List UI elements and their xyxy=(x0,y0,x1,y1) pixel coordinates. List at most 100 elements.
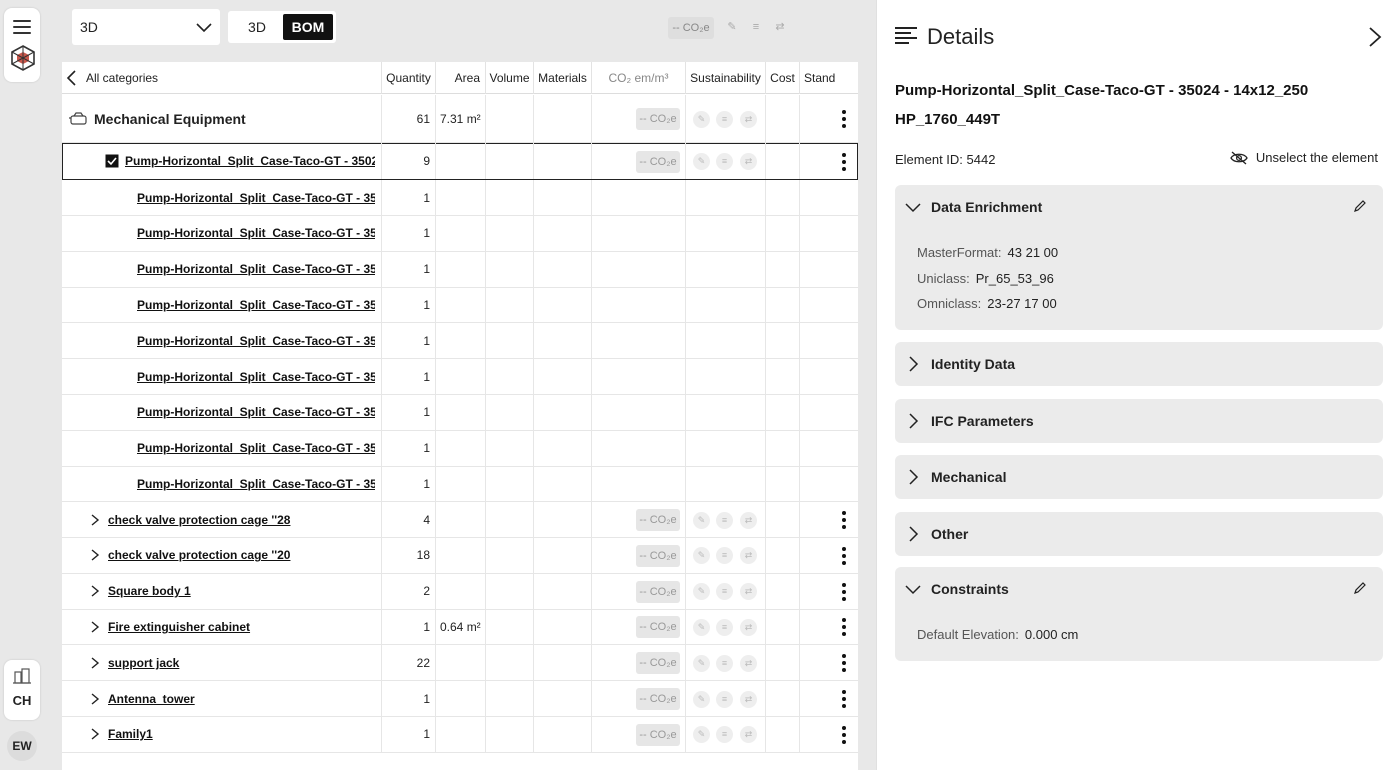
layers-icon[interactable]: ≡ xyxy=(716,153,733,170)
table-row[interactable]: Pump-Horizontal_Split_Case-Taco-GT - 350… xyxy=(62,251,858,288)
table-row[interactable]: Fire extinguisher cabinet 1 0.64 m² -- CO₂e… xyxy=(62,609,858,646)
item-link[interactable]: Pump-Horizontal_Split_Case-Taco-GT - 350… xyxy=(137,334,375,348)
item-link[interactable]: Pump-Horizontal_Split_Case-Taco-GT - 350… xyxy=(137,477,375,491)
item-link[interactable]: check valve protection cage ''28 xyxy=(108,513,290,527)
col-area[interactable]: Area xyxy=(435,62,485,94)
pin-icon[interactable]: ✎ xyxy=(693,726,710,744)
layers-icon[interactable]: ≡ xyxy=(716,618,733,636)
handshake-icon[interactable]: ⇄ xyxy=(772,19,788,35)
item-link[interactable]: support jack xyxy=(108,656,179,670)
layers-icon[interactable]: ≡ xyxy=(716,547,733,565)
table-row[interactable]: Pump-Horizontal_Split_Case-Taco-GT - 350… xyxy=(62,180,858,216)
section-header-constraints[interactable]: Constraints xyxy=(895,567,1383,611)
pin-icon[interactable]: ✎ xyxy=(693,583,710,601)
user-avatar[interactable]: EW xyxy=(7,731,37,761)
col-cost[interactable]: Cost xyxy=(765,62,799,94)
group-row[interactable]: Mechanical Equipment 61 7.31 m² -- CO₂e ✎ ≡ ⇄ xyxy=(62,95,858,143)
item-link[interactable]: check valve protection cage ''20 xyxy=(108,548,290,562)
section-other[interactable]: Other xyxy=(895,512,1383,556)
handshake-icon[interactable]: ⇄ xyxy=(740,153,757,170)
more-options-icon[interactable] xyxy=(841,725,847,744)
more-options-icon[interactable] xyxy=(841,690,847,708)
table-row[interactable]: support jack 22 -- CO₂e ✎ ≡ ⇄ xyxy=(62,645,858,682)
pin-icon[interactable]: ✎ xyxy=(693,618,710,636)
item-link[interactable]: Pump-Horizontal_Split_Case-Taco-GT - 350… xyxy=(137,262,375,276)
layers-icon[interactable]: ≡ xyxy=(716,654,733,672)
table-row[interactable]: Family1 1 -- CO₂e ✎ ≡ ⇄ xyxy=(62,716,858,753)
handshake-icon[interactable]: ⇄ xyxy=(740,690,757,708)
col-volume[interactable]: Volume xyxy=(485,62,533,94)
pin-icon[interactable]: ✎ xyxy=(693,153,710,170)
more-options-icon[interactable] xyxy=(841,654,847,673)
app-logo-icon[interactable] xyxy=(10,44,36,72)
item-link[interactable]: Pump-Horizontal_Split_Case-Taco-GT - 350… xyxy=(125,154,375,168)
handshake-icon[interactable]: ⇄ xyxy=(740,654,757,672)
more-options-icon[interactable] xyxy=(841,110,847,128)
table-row[interactable]: Antenna_tower 1 -- CO₂e ✎ ≡ ⇄ xyxy=(62,681,858,717)
section-ifc-parameters[interactable]: IFC Parameters xyxy=(895,399,1383,443)
item-link[interactable]: Pump-Horizontal_Split_Case-Taco-GT - 350… xyxy=(137,405,375,419)
back-button[interactable]: All categories xyxy=(66,62,158,94)
view-select[interactable]: 3D xyxy=(72,9,220,45)
col-quantity[interactable]: Quantity xyxy=(381,62,435,94)
layers-icon[interactable]: ≡ xyxy=(716,511,733,529)
table-row[interactable]: Pump-Horizontal_Split_Case-Taco-GT - 350… xyxy=(62,287,858,324)
unselect-button[interactable]: Unselect the element xyxy=(1230,150,1378,165)
pin-icon[interactable]: ✎ xyxy=(693,654,710,672)
item-link[interactable]: Pump-Horizontal_Split_Case-Taco-GT - 350… xyxy=(137,370,375,384)
handshake-icon[interactable]: ⇄ xyxy=(740,618,757,636)
item-link[interactable]: Pump-Horizontal_Split_Case-Taco-GT - 350… xyxy=(137,441,375,455)
pin-icon[interactable]: ✎ xyxy=(693,547,710,565)
more-options-icon[interactable] xyxy=(841,582,847,601)
table-row-selected[interactable]: Pump-Horizontal_Split_Case-Taco-GT - 350… xyxy=(62,143,858,180)
pencil-icon[interactable] xyxy=(1353,199,1367,213)
section-identity-data[interactable]: Identity Data xyxy=(895,342,1383,386)
chevron-right-icon[interactable] xyxy=(1368,26,1382,48)
handshake-icon[interactable]: ⇄ xyxy=(740,511,757,529)
table-row[interactable]: Pump-Horizontal_Split_Case-Taco-GT - 350… xyxy=(62,466,858,503)
col-stand[interactable]: Stand xyxy=(799,62,858,94)
pencil-icon[interactable] xyxy=(1353,581,1367,595)
item-link[interactable]: Pump-Horizontal_Split_Case-Taco-GT - 350… xyxy=(137,191,375,205)
handshake-icon[interactable]: ⇄ xyxy=(740,110,757,128)
section-header-other[interactable]: Other xyxy=(895,512,1383,556)
table-row[interactable]: Pump-Horizontal_Split_Case-Taco-GT - 350… xyxy=(62,323,858,360)
pin-icon[interactable]: ✎ xyxy=(724,19,740,35)
item-link[interactable]: Pump-Horizontal_Split_Case-Taco-GT - 350… xyxy=(137,226,375,240)
section-header-mechanical[interactable]: Mechanical xyxy=(895,455,1383,499)
toggle-3d[interactable]: 3D xyxy=(234,14,280,40)
item-link[interactable]: Antenna_tower xyxy=(108,692,195,706)
pin-icon[interactable]: ✎ xyxy=(693,110,710,128)
handshake-icon[interactable]: ⇄ xyxy=(740,583,757,601)
table-row[interactable]: Pump-Horizontal_Split_Case-Taco-GT - 350… xyxy=(62,430,858,467)
table-row[interactable]: Square body 1 2 -- CO₂e ✎ ≡ ⇄ xyxy=(62,573,858,610)
item-link[interactable]: Pump-Horizontal_Split_Case-Taco-GT - 350… xyxy=(137,298,375,312)
col-sustainability[interactable]: Sustainability xyxy=(685,62,765,94)
col-co2[interactable]: CO₂ em/m³ xyxy=(591,62,685,94)
project-switcher[interactable]: CH xyxy=(4,660,40,720)
more-options-icon[interactable] xyxy=(841,618,847,637)
handshake-icon[interactable]: ⇄ xyxy=(740,726,757,744)
pin-icon[interactable]: ✎ xyxy=(693,690,710,708)
section-header-data-enrichment[interactable]: Data Enrichment xyxy=(895,185,1383,229)
more-options-icon[interactable] xyxy=(841,152,847,171)
table-row[interactable]: Pump-Horizontal_Split_Case-Taco-GT - 350… xyxy=(62,359,858,395)
table-row[interactable]: Pump-Horizontal_Split_Case-Taco-GT - 350… xyxy=(62,394,858,431)
layers-icon[interactable]: ≡ xyxy=(748,19,764,35)
table-row[interactable]: Pump-Horizontal_Split_Case-Taco-GT - 350… xyxy=(62,215,858,252)
layers-icon[interactable]: ≡ xyxy=(716,726,733,744)
hamburger-menu-icon[interactable] xyxy=(13,20,31,38)
item-link[interactable]: Fire extinguisher cabinet xyxy=(108,620,250,634)
handshake-icon[interactable]: ⇄ xyxy=(740,547,757,565)
table-row[interactable]: check valve protection cage ''28 4 -- CO₂e… xyxy=(62,502,858,538)
section-header-identity[interactable]: Identity Data xyxy=(895,342,1383,386)
section-header-ifc[interactable]: IFC Parameters xyxy=(895,399,1383,443)
table-row[interactable]: check valve protection cage ''20 18 -- CO₂… xyxy=(62,537,858,574)
item-link[interactable]: Family1 xyxy=(108,727,153,741)
layers-icon[interactable]: ≡ xyxy=(716,583,733,601)
toggle-bom[interactable]: BOM xyxy=(283,14,333,40)
layers-icon[interactable]: ≡ xyxy=(716,690,733,708)
item-link[interactable]: Square body 1 xyxy=(108,584,191,598)
more-options-icon[interactable] xyxy=(841,546,847,565)
more-options-icon[interactable] xyxy=(841,511,847,529)
